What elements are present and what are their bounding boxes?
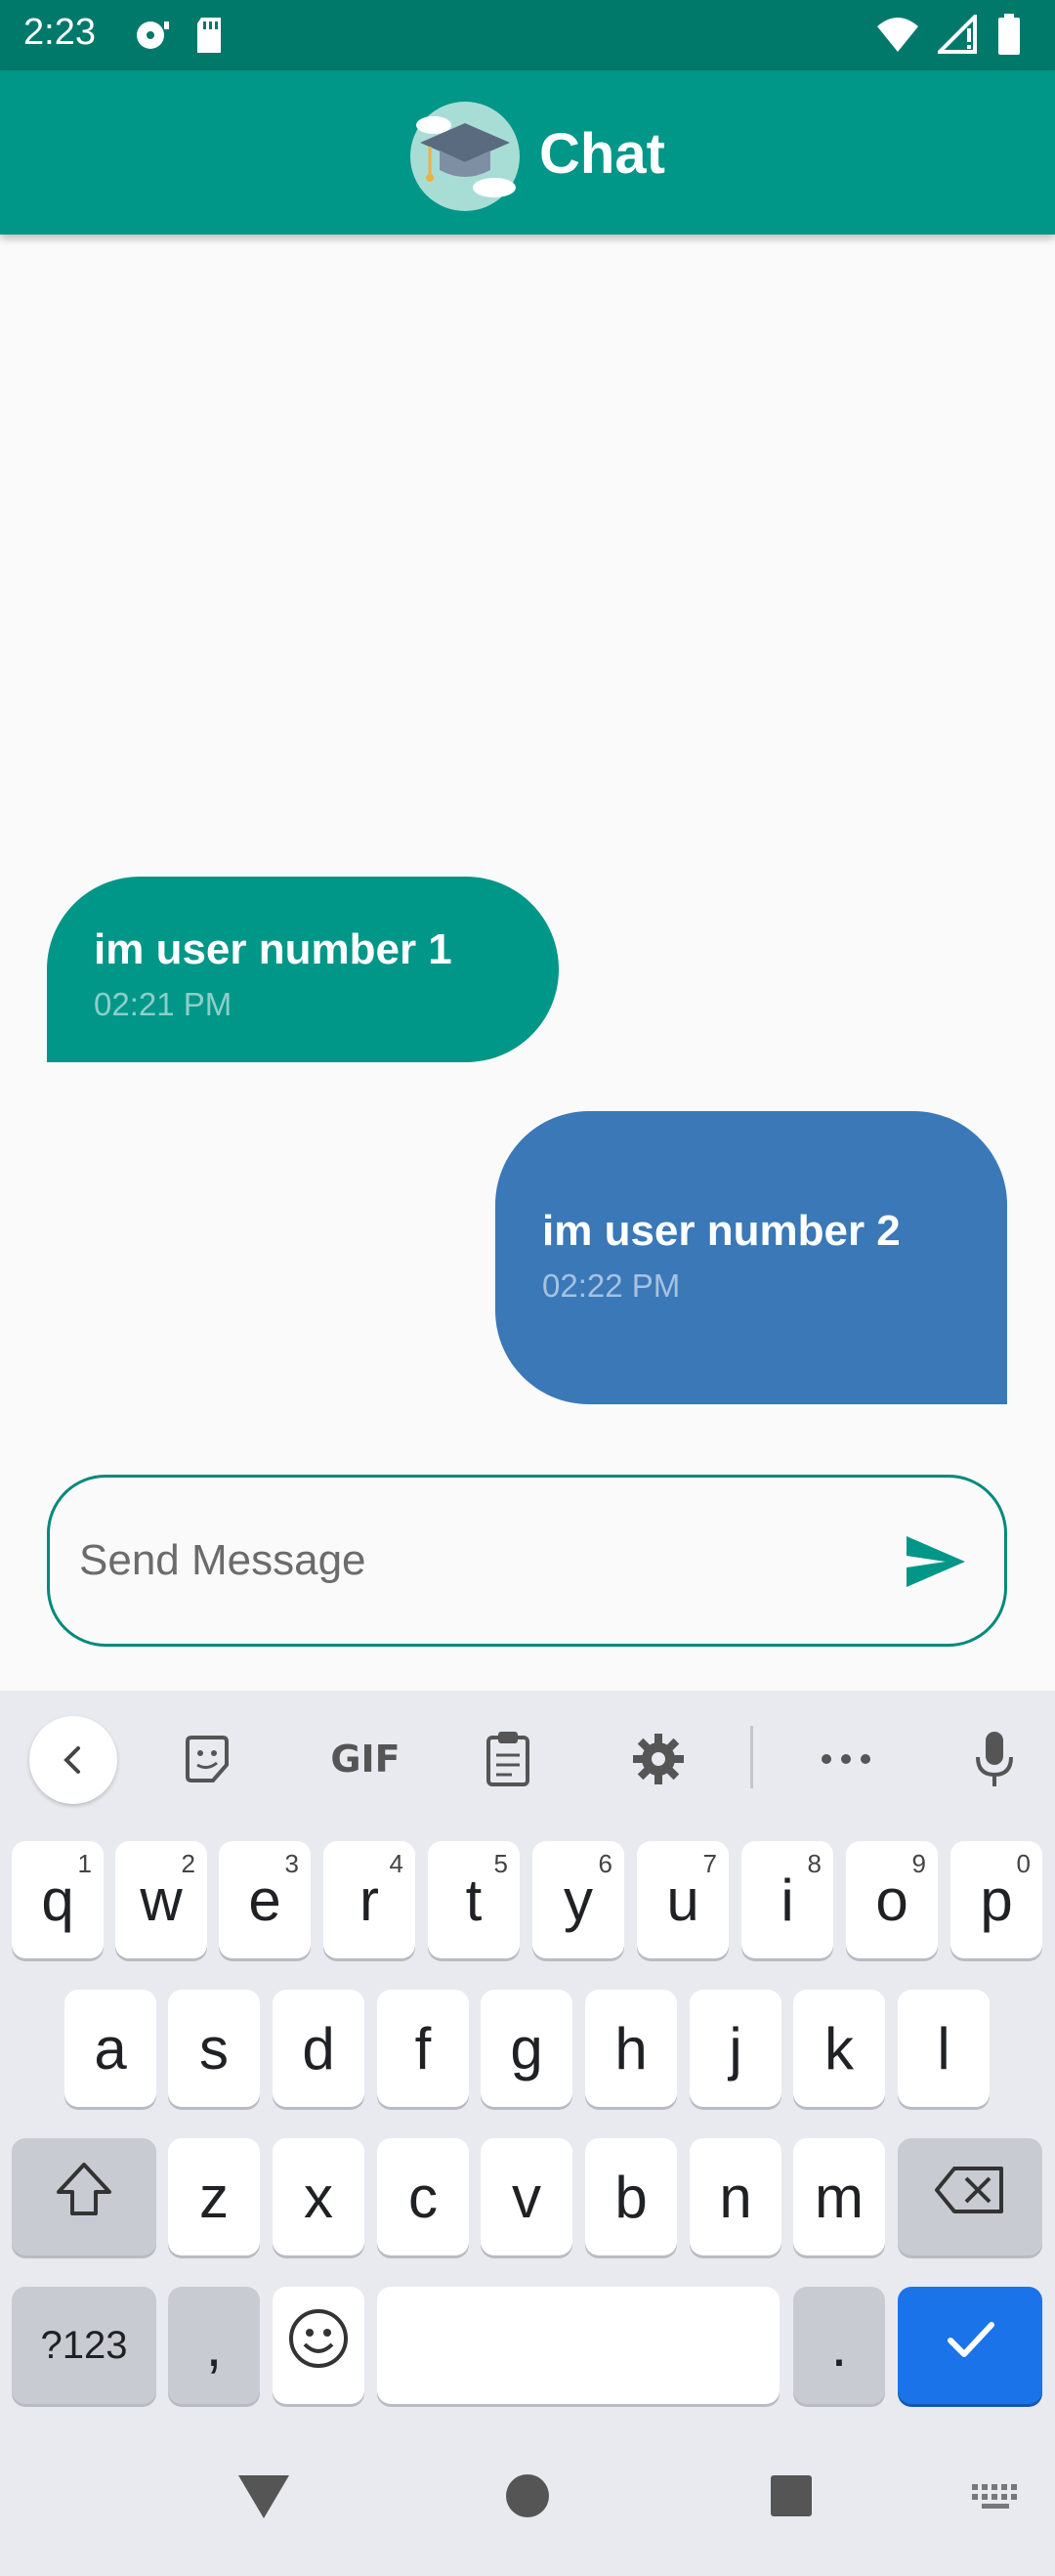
page-title: Chat — [539, 122, 665, 186]
status-bar: 2:23 — [0, 0, 1055, 70]
sticker-icon[interactable] — [168, 1720, 246, 1798]
battery-icon — [996, 14, 1022, 60]
key-label: y — [564, 1867, 593, 1933]
app-bar: Chat — [0, 70, 1055, 235]
more-icon[interactable] — [807, 1720, 885, 1798]
recents-icon[interactable] — [762, 2467, 821, 2525]
key-label: r — [359, 1867, 379, 1933]
back-triangle-icon[interactable] — [234, 2467, 293, 2525]
key-hint: 2 — [181, 1849, 195, 1878]
key-u[interactable]: u7 — [637, 1841, 729, 1958]
backspace-icon — [933, 2163, 1007, 2231]
enter-key[interactable] — [898, 2287, 1042, 2404]
key-q[interactable]: q1 — [12, 1841, 104, 1958]
key-o[interactable]: o9 — [846, 1841, 938, 1958]
key-hint: 4 — [389, 1849, 403, 1878]
keyboard-switch-icon[interactable] — [967, 2467, 1026, 2525]
key-a[interactable]: a — [64, 1990, 156, 2107]
keyboard-toolbar: GIF — [0, 1691, 1055, 1818]
gif-button[interactable]: GIF — [316, 1720, 414, 1798]
message-composer — [47, 1475, 1007, 1647]
shift-key[interactable] — [12, 2138, 156, 2255]
emoji-key[interactable] — [273, 2287, 364, 2404]
space-key[interactable] — [377, 2287, 780, 2404]
key-f[interactable]: f — [377, 1990, 469, 2107]
key-r[interactable]: r4 — [323, 1841, 415, 1958]
key-y[interactable]: y6 — [532, 1841, 624, 1958]
key-k[interactable]: k — [793, 1990, 885, 2107]
key-b[interactable]: b — [585, 2138, 677, 2255]
media-icon — [133, 16, 172, 60]
key-n[interactable]: n — [690, 2138, 781, 2255]
key-s[interactable]: s — [168, 1990, 260, 2107]
key-label: p — [980, 1867, 1013, 1933]
checkmark-icon — [939, 2307, 1001, 2383]
message-input[interactable] — [79, 1517, 880, 1605]
key-label: q — [41, 1867, 74, 1933]
key-hint: 8 — [807, 1849, 822, 1878]
home-icon[interactable] — [498, 2467, 557, 2525]
key-t[interactable]: t5 — [428, 1841, 520, 1958]
key-hint: 1 — [77, 1849, 92, 1878]
key-label: e — [248, 1867, 281, 1933]
key-hint: 7 — [702, 1849, 717, 1878]
key-h[interactable]: h — [585, 1990, 677, 2107]
toolbar-divider — [750, 1726, 753, 1788]
graduation-cap-logo — [404, 94, 526, 215]
message-text: im user number 2 — [542, 1207, 901, 1255]
key-c[interactable]: c — [377, 2138, 469, 2255]
key-d[interactable]: d — [273, 1990, 364, 2107]
back-icon[interactable] — [29, 1716, 117, 1804]
key-i[interactable]: i8 — [741, 1841, 833, 1958]
signal-icon — [935, 12, 979, 59]
key-hint: 9 — [911, 1849, 926, 1878]
clipboard-icon[interactable] — [469, 1720, 547, 1798]
comma-key[interactable]: , — [168, 2287, 260, 2404]
symbols-key[interactable]: ?123 — [12, 2287, 156, 2404]
key-label: w — [140, 1867, 183, 1933]
message-bubble-received[interactable]: im user number 1 02:21 PM — [47, 877, 559, 1062]
mic-icon[interactable] — [955, 1720, 1034, 1798]
message-time: 02:21 PM — [94, 986, 232, 1022]
shift-icon — [53, 2159, 115, 2235]
key-e[interactable]: e3 — [219, 1841, 311, 1958]
key-hint: 3 — [284, 1849, 299, 1878]
wifi-icon — [875, 15, 920, 59]
emoji-icon — [287, 2307, 350, 2383]
key-hint: 5 — [493, 1849, 508, 1878]
key-label: o — [875, 1867, 908, 1933]
key-label: u — [666, 1867, 699, 1933]
key-m[interactable]: m — [793, 2138, 885, 2255]
period-key[interactable]: . — [793, 2287, 885, 2404]
backspace-key[interactable] — [898, 2138, 1042, 2255]
key-j[interactable]: j — [690, 1990, 781, 2107]
key-p[interactable]: p0 — [950, 1841, 1042, 1958]
settings-icon[interactable] — [619, 1720, 697, 1798]
key-v[interactable]: v — [481, 2138, 572, 2255]
status-time: 2:23 — [23, 12, 96, 53]
key-w[interactable]: w2 — [115, 1841, 207, 1958]
key-x[interactable]: x — [273, 2138, 364, 2255]
message-bubble-sent[interactable]: im user number 2 02:22 PM — [495, 1111, 1007, 1404]
message-time: 02:22 PM — [542, 1267, 681, 1304]
message-text: im user number 1 — [94, 925, 452, 973]
send-icon[interactable] — [901, 1526, 971, 1597]
key-label: t — [465, 1867, 483, 1933]
key-z[interactable]: z — [168, 2138, 260, 2255]
key-g[interactable]: g — [481, 1990, 572, 2107]
key-hint: 6 — [598, 1849, 612, 1878]
key-l[interactable]: l — [898, 1990, 990, 2107]
key-hint: 0 — [1016, 1849, 1031, 1878]
key-label: i — [781, 1867, 794, 1933]
navigation-bar — [0, 2424, 1055, 2576]
sd-card-icon — [193, 16, 225, 60]
